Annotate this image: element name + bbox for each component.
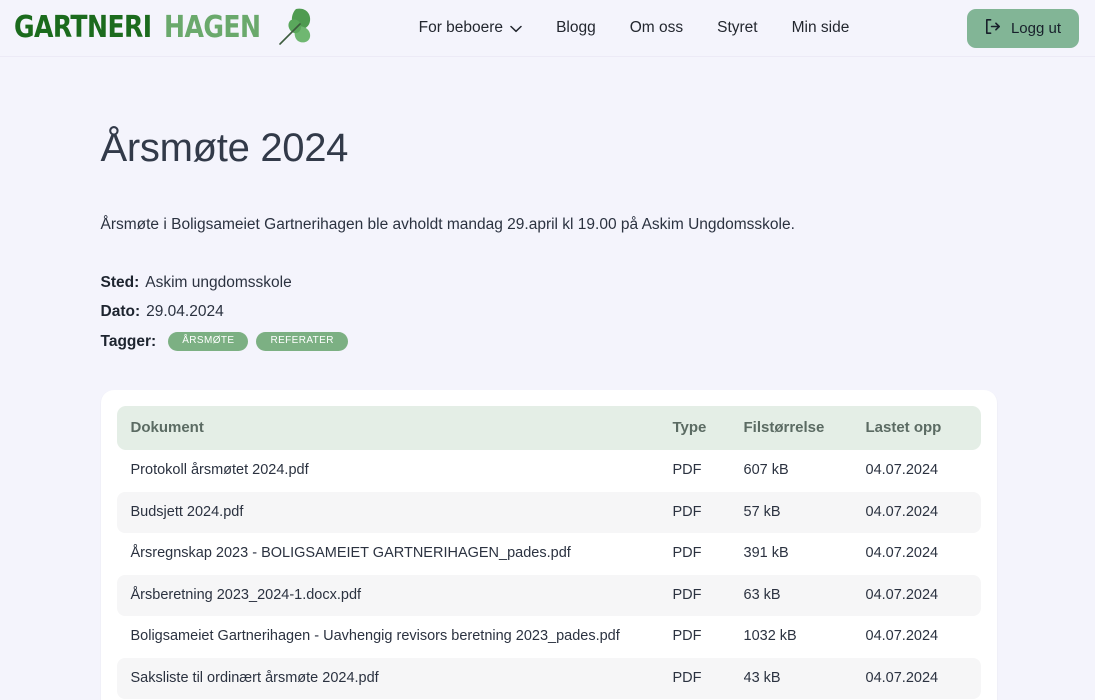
nav-item-min-side[interactable]: Min side [792,20,850,36]
main-navigation: For beboere Blogg Om oss Styret Min side [419,19,850,37]
cell-type: PDF [672,491,744,534]
nav-item-styret[interactable]: Styret [717,20,757,36]
nav-item-label: Min side [791,19,850,37]
meta-row-date: Dato: 29.04.2024 [101,304,1003,320]
nav-item-label: Om oss [629,19,684,37]
cell-size: 43 kB [743,657,866,700]
table-row[interactable]: Årsberetning 2023_2024-1.docx.pdf PDF 63… [116,574,981,617]
page-title: Årsmøte 2024 [100,126,349,170]
cell-document[interactable]: Årsregnskap 2023 - BOLIGSAMEIET GARTNERI… [117,533,673,575]
table-row[interactable]: Årsregnskap 2023 - BOLIGSAMEIET GARTNERI… [117,533,981,575]
table-row[interactable]: Saksliste til ordinært årsmøte 2024.pdf … [116,657,981,700]
documents-table: Dokument Type Filstørrelse Lastet opp Pr… [116,406,981,700]
nav-item-for-beboere[interactable]: For beboere [419,19,522,37]
meta-block: Sted: Askim ungdomsskole Dato: 29.04.202… [100,275,1003,352]
documents-card: Dokument Type Filstørrelse Lastet opp Pr… [100,390,997,700]
cell-document[interactable]: Protokoll årsmøtet 2024.pdf [117,450,673,492]
documents-table-body: Protokoll årsmøtet 2024.pdf PDF 607 kB 0… [116,450,981,700]
nav-item-label: For beboere [418,19,504,37]
site-logo[interactable]: GARTNERI HAGEN [14,6,314,51]
cell-type: PDF [672,462,702,479]
column-header-lastet-opp: Lastet opp [865,406,981,451]
meta-label-place: Sted: [100,274,140,292]
cell-size: 607 kB [743,462,789,479]
page-body: Årsmøte 2024 Årsmøte i Boligsameiet Gart… [0,125,1095,700]
cell-uploaded: 04.07.2024 [865,462,939,479]
meta-label-tags: Tagger: [100,333,157,350]
table-header-row: Dokument Type Filstørrelse Lastet opp [116,406,981,451]
intro-paragraph: Årsmøte i Boligsameiet Gartnerihagen ble… [100,216,795,233]
content-container: Årsmøte 2024 Årsmøte i Boligsameiet Gart… [93,125,1003,700]
cell-document[interactable]: Årsberetning 2023_2024-1.docx.pdf [116,574,673,617]
cell-type: PDF [672,657,744,700]
meta-value-date: 29.04.2024 [146,302,224,320]
cell-uploaded: 04.07.2024 [865,491,981,534]
cell-size: 63 kB [743,574,866,617]
logout-icon [983,17,1002,40]
meta-label-date: Dato: [100,302,141,320]
column-header-type: Type [672,406,744,451]
cell-uploaded: 04.07.2024 [865,574,981,617]
nav-item-om-oss[interactable]: Om oss [630,20,683,36]
logout-button[interactable]: Logg ut [966,9,1079,48]
cell-document[interactable]: Budsjett 2024.pdf [116,491,673,534]
cell-document[interactable]: Boligsameiet Gartnerihagen - Uavhengig r… [117,616,673,658]
cell-uploaded: 04.07.2024 [865,545,939,562]
cell-uploaded: 04.07.2024 [865,657,981,700]
cell-type: PDF [672,545,702,562]
table-row[interactable]: Protokoll årsmøtet 2024.pdf PDF 607 kB 0… [117,450,981,492]
cell-uploaded: 04.07.2024 [865,628,939,645]
nav-item-blogg[interactable]: Blogg [556,20,596,36]
cell-size: 1032 kB [743,628,797,645]
logo-text-hagen: HAGEN [163,10,261,45]
tag-referater[interactable]: REFERATER [256,332,348,352]
column-header-filstorrelse: Filstørrelse [743,406,866,451]
meta-value-place: Askim ungdomsskole [145,274,292,292]
tag-arsmote[interactable]: ÅRSMØTE [168,332,249,352]
documents-table-head: Dokument Type Filstørrelse Lastet opp [116,406,981,451]
table-row[interactable]: Budsjett 2024.pdf PDF 57 kB 04.07.2024 [116,491,981,534]
cell-type: PDF [672,628,702,645]
cell-size: 391 kB [743,545,789,562]
nav-item-label: Styret [717,19,758,37]
column-header-dokument: Dokument [116,406,673,451]
logo-text-gartneri: GARTNERI [14,10,152,45]
cell-type: PDF [672,574,744,617]
tag-list: ÅRSMØTE REFERATER [168,332,348,352]
site-header: GARTNERI HAGEN For beboere Blogg Om oss [0,0,1095,57]
table-row[interactable]: Boligsameiet Gartnerihagen - Uavhengig r… [117,616,981,658]
cell-document[interactable]: Saksliste til ordinært årsmøte 2024.pdf [116,657,673,700]
leaf-icon [276,6,314,51]
logout-button-label: Logg ut [1010,20,1061,37]
nav-item-label: Blogg [556,19,596,37]
cell-size: 57 kB [743,491,866,534]
meta-row-tags: Tagger: ÅRSMØTE REFERATER [100,332,1003,352]
meta-row-place: Sted: Askim ungdomsskole [101,275,1003,291]
chevron-down-icon [510,21,522,37]
